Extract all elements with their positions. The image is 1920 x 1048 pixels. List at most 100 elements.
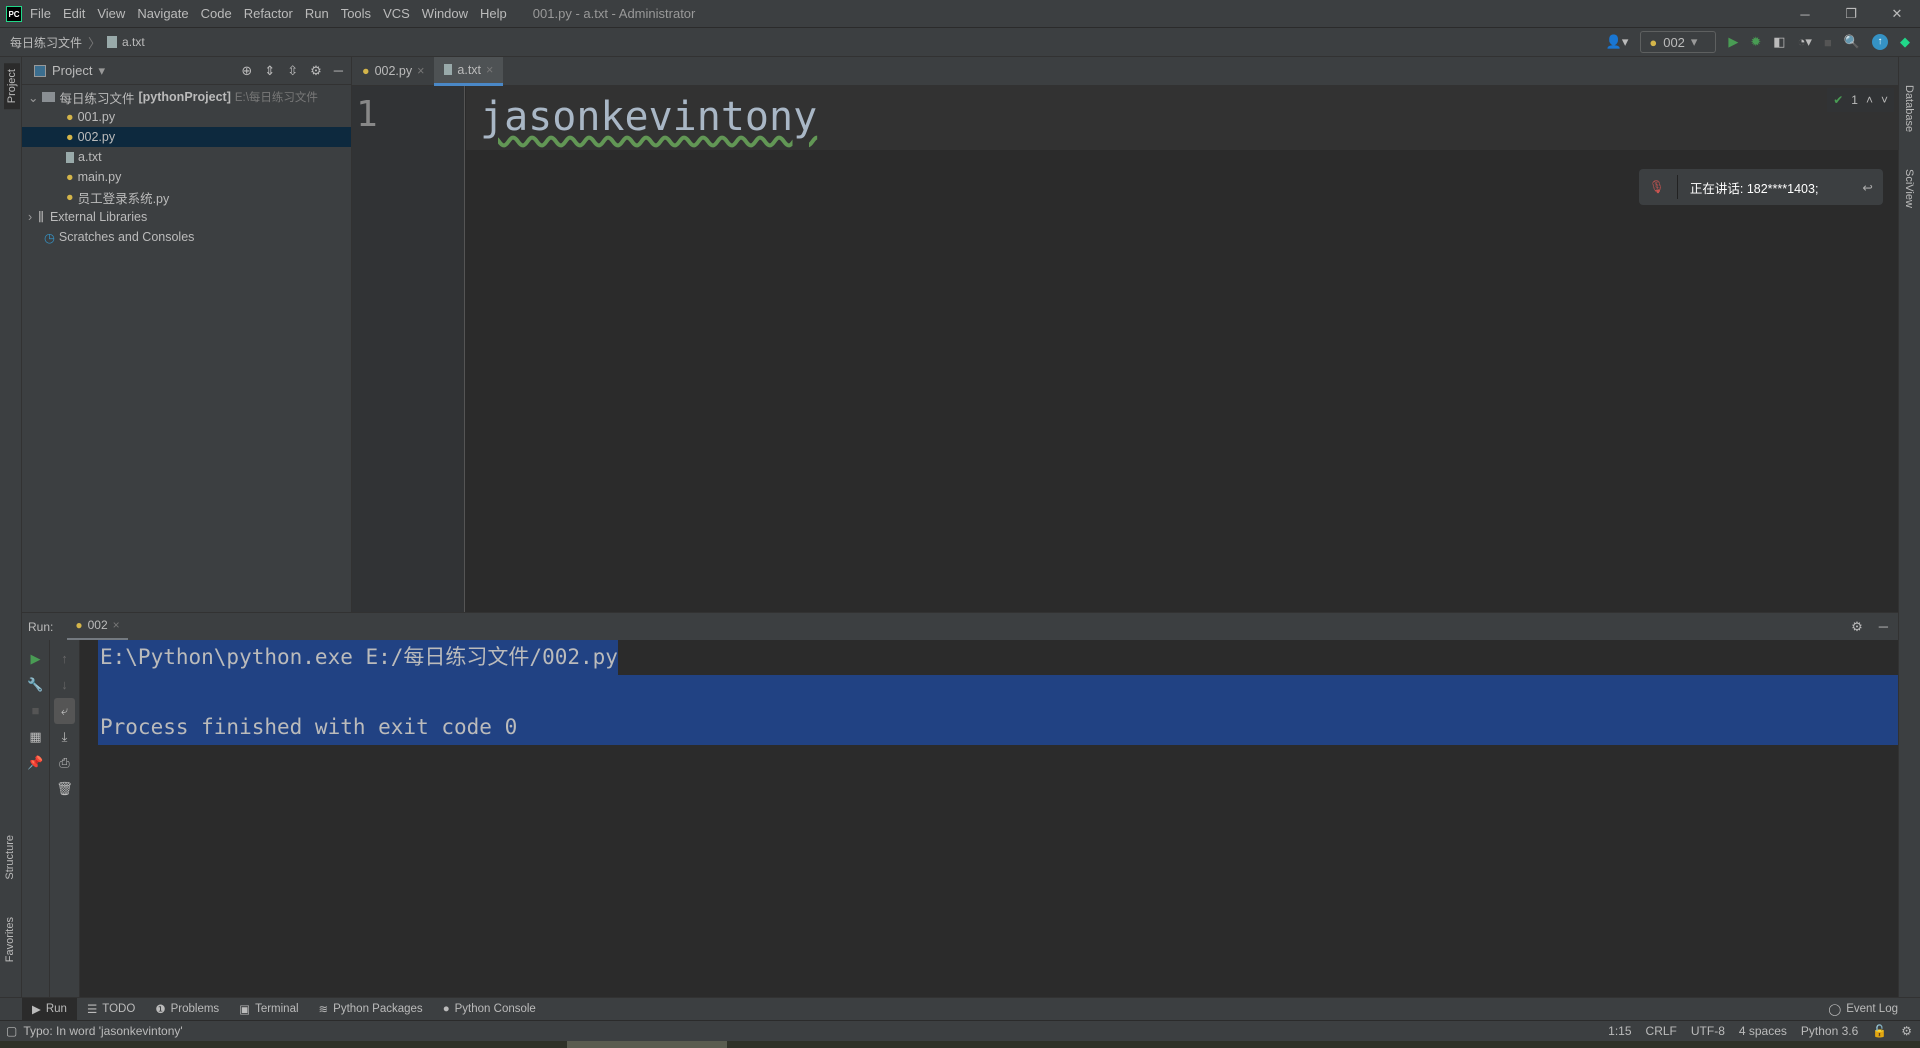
menu-tools[interactable]: Tools — [341, 6, 371, 21]
soft-wrap-icon[interactable]: ⤶ — [54, 698, 75, 724]
minimize-button[interactable]: ─ — [1782, 7, 1828, 22]
tool-python-console[interactable]: ● Python Console — [433, 998, 546, 1020]
breadcrumb-folder[interactable]: 每日练习文件 — [10, 34, 82, 51]
search-icon[interactable]: 🔍 — [1844, 34, 1860, 50]
status-toggle-icon[interactable]: ▢ — [6, 1024, 17, 1038]
tree-file[interactable]: a.txt — [22, 147, 351, 167]
tree-file-selected[interactable]: ● 002.py — [22, 127, 351, 147]
console-line: Process finished with exit code 0 — [98, 710, 1898, 745]
title-bar: PC File Edit View Navigate Code Refactor… — [0, 0, 1920, 28]
menu-file[interactable]: File — [30, 6, 51, 21]
line-separator[interactable]: CRLF — [1646, 1024, 1677, 1038]
tree-file[interactable]: ● 员工登录系统.py — [22, 187, 351, 207]
project-panel-title[interactable]: Project — [52, 63, 92, 78]
hide-icon[interactable]: ─ — [1879, 619, 1888, 634]
indent[interactable]: 4 spaces — [1739, 1024, 1787, 1038]
run-config-selector[interactable]: ● 002 ▾ — [1640, 31, 1717, 53]
profile-icon[interactable]: ◔▾ — [1798, 34, 1812, 50]
editor[interactable]: 1 jasonkevintony ✔ 1 ˄ ˅ 🎙 正在讲话: 182****14… — [352, 86, 1898, 612]
window-title: 001.py - a.txt - Administrator — [532, 6, 696, 21]
close-tab-icon[interactable]: × — [486, 63, 493, 77]
menu-help[interactable]: Help — [480, 6, 507, 21]
menu-edit[interactable]: Edit — [63, 6, 85, 21]
gear-icon[interactable]: ⚙ — [1851, 619, 1863, 635]
menu-run[interactable]: Run — [305, 6, 329, 21]
tool-run[interactable]: ▶ Run — [22, 998, 77, 1020]
folder-icon — [42, 92, 56, 102]
reply-icon[interactable]: ↩ — [1863, 180, 1873, 195]
chevron-up-icon[interactable]: ˄ — [1866, 93, 1873, 107]
menu-window[interactable]: Window — [422, 6, 468, 21]
problems-icon: ❶ — [155, 1004, 166, 1016]
muted-microphone-icon[interactable]: 🎙 — [1649, 180, 1665, 195]
tab-a-txt[interactable]: a.txt × — [434, 56, 504, 86]
navigation-bar: 每日练习文件 〉 a.txt 👤▾ ● 002 ▾ ▶ ✹ ◧ ◔▾ ■ 🔍 ↑ … — [0, 28, 1920, 57]
print-icon[interactable]: ⎙ — [50, 750, 79, 776]
tool-python-packages[interactable]: ≋ Python Packages — [309, 998, 433, 1020]
layout-icon[interactable]: ▦ — [22, 724, 49, 750]
stop-icon[interactable]: ■ — [22, 698, 49, 724]
chevron-down-icon: ⌄ — [28, 90, 39, 105]
update-icon[interactable]: ↑ — [1872, 34, 1888, 50]
coverage-icon[interactable]: ◧ — [1773, 34, 1785, 50]
menu-code[interactable]: Code — [201, 6, 232, 21]
lock-icon[interactable]: 🔓 — [1872, 1024, 1887, 1038]
tree-external-libraries[interactable]: › ⫼ External Libraries — [22, 207, 351, 227]
hide-icon[interactable]: ─ — [334, 63, 343, 78]
tab-002-py[interactable]: ● 002.py × — [352, 57, 434, 86]
menu-navigate[interactable]: Navigate — [137, 6, 188, 21]
editor-text[interactable]: jasonkevintony — [480, 94, 817, 140]
debug-icon[interactable]: ✹ — [1750, 34, 1761, 50]
tree-file[interactable]: ● 001.py — [22, 107, 351, 127]
arrow-down-icon[interactable]: ↓ — [50, 672, 79, 698]
run-icon[interactable]: ▶ — [1728, 34, 1738, 50]
voice-notification: 🎙 正在讲话: 182****1403; ↩ — [1639, 169, 1883, 205]
run-console: ▶ 🔧 ■ ▦ 📌 ↑ ↓ ⤶ ⤓ ⎙ 🗑 E:\Python\python.e… — [22, 640, 1898, 997]
user-icon[interactable]: 👤▾ — [1606, 34, 1629, 50]
console-output[interactable]: E:\Python\python.exe E:/每日练习文件/002.py Pr… — [98, 640, 1898, 745]
editor-tabs: ● 002.py × a.txt × — [352, 56, 1898, 86]
project-stripe-button[interactable]: Project — [4, 63, 20, 110]
typo-check-icon: ✔ — [1833, 93, 1844, 107]
terminal-icon: ▣ — [239, 1004, 251, 1016]
caret-position[interactable]: 1:15 — [1608, 1024, 1631, 1038]
menu-view[interactable]: View — [97, 6, 125, 21]
menu-refactor[interactable]: Refactor — [244, 6, 293, 21]
tool-todo[interactable]: ☰ TODO — [77, 998, 145, 1020]
gear-icon[interactable]: ⚙ — [310, 63, 322, 79]
close-tab-icon[interactable]: × — [113, 618, 120, 632]
structure-stripe-button[interactable]: Structure — [4, 835, 16, 880]
close-tab-icon[interactable]: × — [417, 64, 424, 78]
collapse-all-icon[interactable]: ⇳ — [287, 63, 298, 79]
favorites-stripe-button[interactable]: Favorites — [4, 917, 16, 962]
arrow-up-icon[interactable]: ↑ — [50, 646, 79, 672]
sciview-stripe-button[interactable]: SciView — [1903, 169, 1915, 208]
pin-icon[interactable]: 📌 — [22, 750, 49, 776]
menu-vcs[interactable]: VCS — [383, 6, 410, 21]
file-encoding[interactable]: UTF-8 — [1691, 1024, 1725, 1038]
tree-file[interactable]: ● main.py — [22, 167, 351, 187]
tool-problems[interactable]: ❶ Problems — [145, 998, 229, 1020]
chevron-down-icon[interactable]: ˅ — [1881, 93, 1888, 107]
stop-icon[interactable]: ■ — [1824, 35, 1832, 50]
breadcrumb-file[interactable]: a.txt — [122, 35, 145, 49]
rerun-icon[interactable]: ▶ — [22, 646, 49, 672]
jetbrains-icon[interactable]: ◆ — [1900, 34, 1910, 50]
wrench-icon[interactable]: 🔧 — [22, 672, 49, 698]
tool-terminal[interactable]: ▣ Terminal — [229, 998, 308, 1020]
tree-root[interactable]: ⌄ 每日练习文件 [pythonProject] E:\每日练习文件 — [22, 87, 351, 107]
tree-scratches[interactable]: ◷ Scratches and Consoles — [22, 227, 351, 247]
trash-icon[interactable]: 🗑 — [50, 776, 79, 802]
inspection-widget[interactable]: ✔ 1 ˄ ˅ — [1827, 88, 1894, 112]
locate-icon[interactable]: ⊕ — [241, 63, 252, 79]
interpreter[interactable]: Python 3.6 — [1801, 1024, 1858, 1038]
run-tab-002[interactable]: ● 002 × — [67, 613, 128, 641]
python-file-icon: ● — [66, 190, 74, 204]
inspection-profile-icon[interactable]: ⚙ — [1901, 1024, 1912, 1038]
restore-button[interactable]: ❐ — [1828, 6, 1874, 22]
close-button[interactable]: ✕ — [1874, 6, 1920, 22]
scroll-to-end-icon[interactable]: ⤓ — [50, 724, 79, 750]
expand-all-icon[interactable]: ⇕ — [264, 63, 275, 79]
tool-event-log[interactable]: ◯ Event Log — [1818, 998, 1908, 1020]
database-stripe-button[interactable]: Database — [1903, 85, 1915, 132]
